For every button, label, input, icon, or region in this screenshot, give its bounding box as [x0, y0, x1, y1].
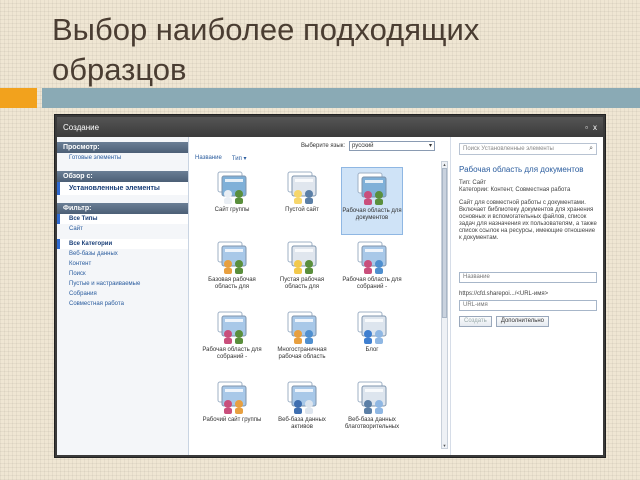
filter-type-all[interactable]: Все Типы	[57, 214, 188, 224]
details-title: Рабочая область для документов	[459, 165, 584, 174]
document-workspace-icon	[357, 172, 387, 205]
details-type: Тип: Сайт	[459, 180, 487, 186]
template-tile-label: Рабочая область для собраний -	[202, 347, 262, 360]
create-button[interactable]: Создать	[459, 316, 492, 327]
search-icon[interactable]: ⌕	[589, 144, 593, 154]
blank-meeting-workspace-icon	[287, 241, 317, 274]
team-site-icon	[217, 171, 247, 204]
template-tile-label: Рабочая область для собраний -	[342, 277, 402, 290]
language-select[interactable]: русский ▾	[349, 141, 435, 151]
url-field[interactable]: URL-имя	[459, 300, 597, 311]
filter-category-web-db[interactable]: Веб-базы данных	[57, 249, 188, 259]
blog-icon	[357, 311, 387, 344]
template-tile-label: Сайт группы	[214, 207, 250, 213]
filter-category-content[interactable]: Контент	[57, 259, 188, 269]
slide-title: Выбор наиболее подходящих образцов	[52, 12, 480, 87]
template-tile[interactable]: Блог	[341, 307, 403, 375]
filter-category-meetings[interactable]: Собрания	[57, 289, 188, 299]
template-tile-label: Базовая рабочая область для	[208, 277, 256, 290]
details-description: Сайт для совместной работы с документами…	[459, 200, 597, 241]
decision-meeting-workspace-icon	[357, 241, 387, 274]
template-tile[interactable]: Рабочая область для документов	[341, 167, 403, 235]
template-tile[interactable]: Веб-база данных благотворительных	[341, 377, 403, 445]
more-options-button[interactable]: Дополнительно	[495, 316, 549, 327]
template-tile-label: Рабочий сайт группы	[202, 417, 262, 423]
template-tile-label: Рабочая область для документов	[342, 208, 402, 221]
filter-type-site[interactable]: Сайт	[57, 224, 188, 234]
template-tile[interactable]: Многостраничная рабочая область	[271, 307, 333, 375]
template-tile[interactable]: Пустой сайт	[271, 167, 333, 235]
filter-category-search[interactable]: Поиск	[57, 269, 188, 279]
left-pane: Просмотр: Готовые элементы Обзор с: Уста…	[57, 137, 189, 455]
template-tile-label: Многостраничная рабочая область	[277, 347, 327, 360]
assets-web-database-icon	[287, 381, 317, 414]
browse-item-ready[interactable]: Готовые элементы	[57, 153, 188, 163]
scrollbar-thumb[interactable]	[442, 168, 447, 318]
template-tile-label: Пустая рабочая область для	[279, 277, 325, 290]
template-tile[interactable]: Рабочая область для собраний -	[201, 307, 263, 375]
scroll-up-icon[interactable]: ▲	[442, 162, 447, 167]
close-icon[interactable]: x	[593, 123, 597, 132]
sort-row: Название Тип ▾	[195, 155, 247, 162]
name-field[interactable]: Название	[459, 272, 597, 283]
search-input[interactable]: Поиск Установленные элементы ⌕	[459, 143, 597, 155]
filter-category-collaboration[interactable]: Совместная работа	[57, 299, 188, 309]
action-buttons: Создать Дополнительно	[459, 316, 597, 327]
charitable-web-database-icon	[357, 381, 387, 414]
accent-bar-blue	[42, 88, 640, 108]
dialog-titlebar: Создание ▫ x	[57, 117, 603, 137]
chevron-down-icon: ▾	[428, 143, 432, 149]
language-value: русский	[352, 143, 374, 149]
details-pane: Поиск Установленные элементы ⌕ Рабочая о…	[451, 137, 603, 455]
maximize-icon[interactable]: ▫	[585, 123, 588, 132]
group-work-site-icon	[217, 381, 247, 414]
template-tile[interactable]: Веб-база данных активов	[271, 377, 333, 445]
search-placeholder: Поиск Установленные элементы	[463, 146, 554, 152]
template-tile[interactable]: Рабочая область для собраний -	[341, 237, 403, 305]
filter-category-all[interactable]: Все Категории	[57, 239, 188, 249]
filter-header: Фильтр:	[57, 203, 188, 214]
basic-meeting-workspace-icon	[217, 241, 247, 274]
template-tile[interactable]: Сайт группы	[201, 167, 263, 235]
blank-site-icon	[287, 171, 317, 204]
language-label: Выберите язык:	[301, 143, 345, 149]
sort-by-type[interactable]: Тип ▾	[232, 155, 247, 162]
browse-from-installed[interactable]: Установленные элементы	[57, 182, 188, 195]
filter-category-blank[interactable]: Пустые и настраиваемые	[57, 279, 188, 289]
create-dialog: Создание ▫ x Просмотр: Готовые элементы …	[54, 114, 606, 458]
dialog-body: Просмотр: Готовые элементы Обзор с: Уста…	[57, 137, 603, 455]
scroll-down-icon[interactable]: ▼	[442, 443, 447, 448]
details-categories: Категории: Контент, Совместная работа	[459, 187, 571, 193]
template-tile[interactable]: Рабочий сайт группы	[201, 377, 263, 445]
template-tile[interactable]: Базовая рабочая область для	[201, 237, 263, 305]
template-tile[interactable]: Пустая рабочая область для	[271, 237, 333, 305]
dialog-title: Создание	[63, 122, 100, 132]
browse-header: Просмотр:	[57, 142, 188, 153]
browse-from-header: Обзор с:	[57, 171, 188, 182]
template-tile-label: Веб-база данных благотворительных	[344, 417, 400, 430]
social-meeting-workspace-icon	[217, 311, 247, 344]
language-row: Выберите язык: русский ▾	[301, 141, 435, 151]
template-tile-label: Блог	[365, 347, 379, 353]
accent-bar-orange	[0, 88, 37, 108]
gallery-scrollbar[interactable]: ▲ ▼	[441, 161, 448, 449]
url-prefix: https://cfd.sharepoi.../<URL-имя>	[459, 291, 549, 297]
template-gallery: Выберите язык: русский ▾ Название Тип ▾ …	[189, 137, 451, 455]
template-tile-label: Веб-база данных активов	[278, 417, 326, 430]
sort-by-name[interactable]: Название	[195, 155, 222, 162]
multipage-meeting-workspace-icon	[287, 311, 317, 344]
template-tile-label: Пустой сайт	[285, 207, 319, 213]
